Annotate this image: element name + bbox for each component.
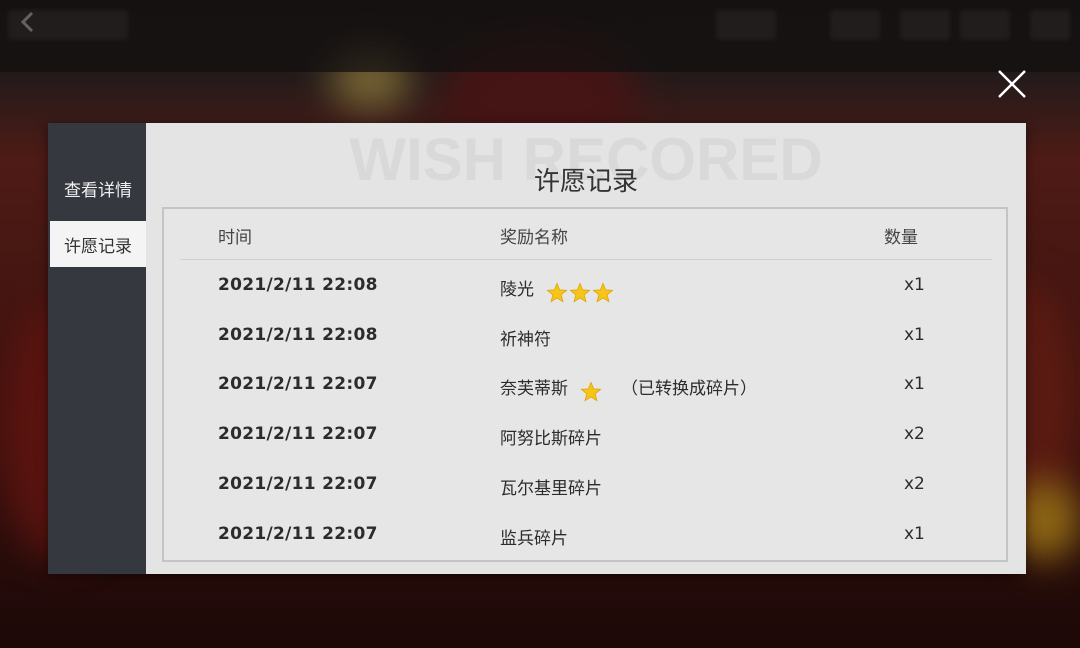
reward-quantity: x2 (904, 424, 925, 445)
main-content: WISH RECORED 许愿记录 时间 奖励名称 数量 2021/2/11 2… (146, 123, 1026, 574)
reward-quantity: x1 (904, 523, 925, 544)
wish-record-dialog: 查看详情 许愿记录 WISH RECORED 许愿记录 时间 奖励名称 数量 2… (48, 123, 1026, 574)
tab-wish-record[interactable]: 许愿记录 (50, 221, 146, 267)
table-row: 2021/2/11 22:07 阿努比斯碎片 x2 (164, 410, 1006, 460)
record-time: 2021/2/11 22:08 (218, 275, 378, 295)
reward-cell: 监兵碎片 (500, 524, 568, 549)
table-row: 2021/2/11 22:08 陵光 x1 (164, 261, 1006, 311)
star-icon (580, 381, 602, 402)
record-time: 2021/2/11 22:07 (218, 374, 378, 395)
star-icon (592, 282, 614, 303)
column-header-name: 奖励名称 (500, 228, 568, 248)
tab-view-details[interactable]: 查看详情 (50, 165, 146, 211)
record-time: 2021/2/11 22:07 (218, 523, 378, 544)
table-row: 2021/2/11 22:07 奈芙蒂斯 （已转换成碎片） x1 (164, 360, 1006, 410)
reward-name: 陵光 (500, 280, 534, 300)
table-row: 2021/2/11 22:07 监兵碎片 x1 (164, 510, 1006, 560)
column-header-time: 时间 (218, 228, 252, 248)
record-time: 2021/2/11 22:08 (218, 324, 378, 345)
star-rating (546, 282, 615, 304)
reward-name: 奈芙蒂斯 (500, 379, 568, 400)
record-time: 2021/2/11 22:07 (218, 473, 378, 494)
reward-cell: 奈芙蒂斯 （已转换成碎片） (500, 374, 757, 403)
page-title: 许愿记录 (533, 167, 638, 197)
star-icon (546, 282, 568, 303)
reward-quantity: x1 (904, 374, 925, 395)
reward-cell: 阿努比斯碎片 (500, 424, 602, 449)
reward-name: 祈神符 (500, 329, 551, 350)
record-table: 时间 奖励名称 数量 2021/2/11 22:08 陵光 x1 2021/2/11 … (162, 207, 1008, 562)
reward-name: 瓦尔基里碎片 (500, 478, 602, 499)
table-row: 2021/2/11 22:08 祈神符 x1 (164, 311, 1006, 361)
reward-quantity: x1 (904, 275, 925, 295)
close-icon[interactable] (994, 66, 1030, 102)
reward-name: 阿努比斯碎片 (500, 429, 602, 450)
reward-cell: 瓦尔基里碎片 (500, 474, 602, 499)
table-header: 时间 奖励名称 数量 (180, 209, 992, 260)
column-header-qty: 数量 (884, 228, 918, 248)
tab-label: 查看详情 (64, 180, 132, 201)
reward-note: （已转换成碎片） (621, 379, 757, 400)
reward-cell: 陵光 (500, 275, 615, 304)
star-icon (569, 282, 591, 303)
reward-name: 监兵碎片 (500, 528, 568, 549)
tab-label: 许愿记录 (64, 236, 132, 257)
record-time: 2021/2/11 22:07 (218, 424, 378, 445)
table-row: 2021/2/11 22:07 瓦尔基里碎片 x2 (164, 460, 1006, 510)
star-rating (580, 381, 603, 403)
sidebar: 查看详情 许愿记录 (48, 123, 146, 574)
reward-quantity: x1 (904, 324, 925, 345)
reward-quantity: x2 (904, 473, 925, 494)
reward-cell: 祈神符 (500, 325, 551, 350)
